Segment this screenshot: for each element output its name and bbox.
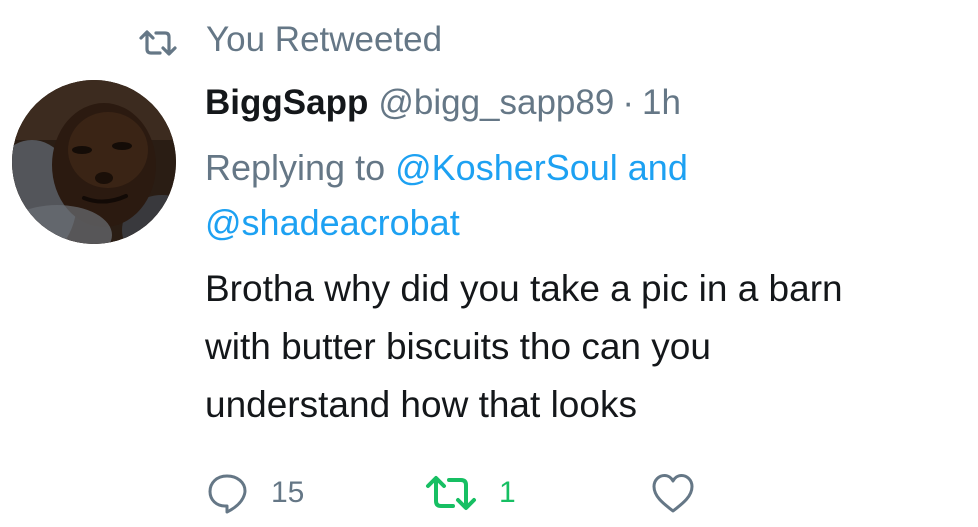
display-name[interactable]: BiggSapp [205,83,368,123]
like-button[interactable] [650,465,718,520]
heart-icon [650,472,696,514]
reply-button[interactable]: 15 [205,465,304,520]
separator-dot: · [622,83,634,122]
tweet-text: Brotha why did you take a pic in a barn … [205,268,843,425]
retweet-icon [425,475,477,511]
retweet-count: 1 [499,475,516,509]
tweet-header: BiggSapp @bigg_sapp89 · 1h [205,78,681,128]
replying-to-label: Replying to [205,147,396,188]
retweet-context: You Retweeted [138,18,442,62]
user-handle[interactable]: @bigg_sapp89 [378,83,614,123]
reply-icon [205,471,249,515]
avatar[interactable] [12,80,176,244]
mention-link-2[interactable]: @shadeacrobat [205,202,460,243]
mention-link-1[interactable]: @KosherSoul [395,147,618,188]
reply-count: 15 [271,475,305,509]
mention-joiner[interactable]: and [618,147,688,188]
retweet-button[interactable]: 1 [425,465,516,520]
retweet-icon [138,26,178,56]
replying-to: Replying to @KosherSoul and @shadeacroba… [205,140,945,250]
tweet-actions: 15 1 [205,465,945,520]
timestamp[interactable]: 1h [642,83,681,123]
retweet-context-label: You Retweeted [206,20,443,59]
